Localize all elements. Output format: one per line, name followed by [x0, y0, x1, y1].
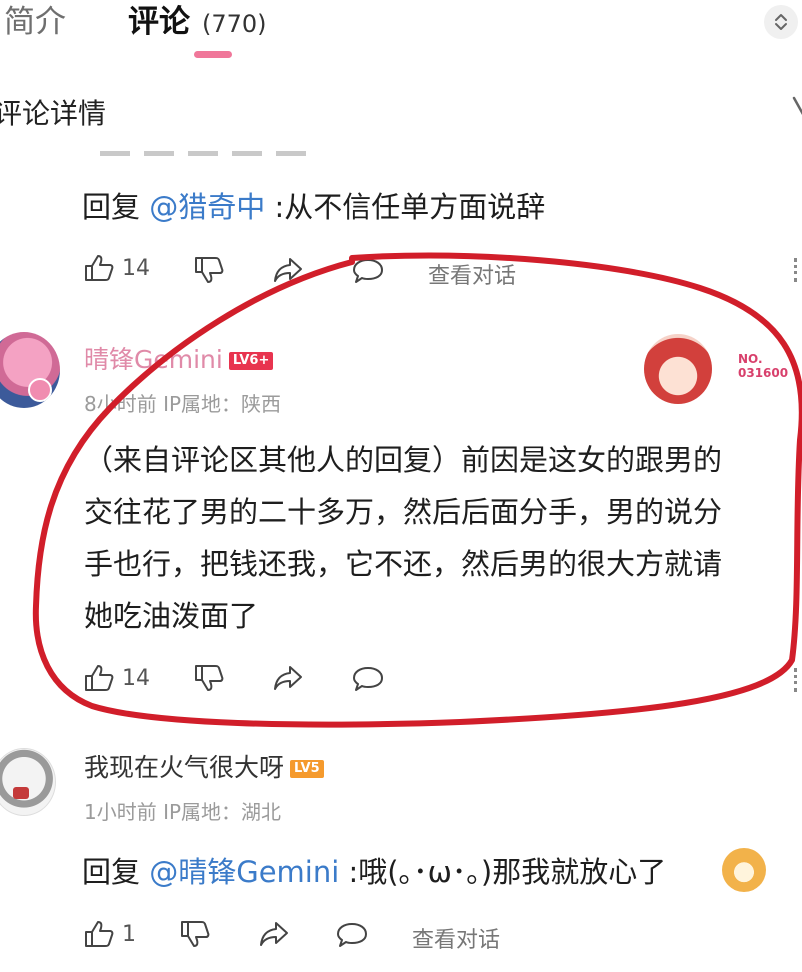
thumb-down-icon — [180, 920, 210, 948]
thumb-up-icon — [84, 920, 114, 948]
username-text: 我现在火气很大呀 — [84, 753, 285, 782]
reply-content: :哦(｡･ω･｡)那我就放心了 — [348, 855, 667, 889]
view-conversation-link[interactable]: 查看对话 — [412, 922, 500, 954]
level-badge: LV5 — [290, 760, 324, 778]
like-count: 1 — [122, 921, 136, 947]
emoji-doge-icon — [722, 848, 766, 892]
reply-button[interactable] — [336, 922, 368, 948]
share-button[interactable] — [258, 920, 290, 948]
annotation-circle — [32, 252, 802, 728]
reply-text: 回复 @晴锋Gemini :哦(｡･ω･｡)那我就放心了 — [82, 846, 666, 898]
comment-meta: 1小时前 IP属地：湖北 — [84, 800, 282, 824]
like-button[interactable]: 1 — [84, 920, 136, 948]
share-icon — [258, 920, 290, 948]
mention-link[interactable]: @晴锋Gemini — [149, 855, 339, 889]
dislike-button[interactable] — [180, 920, 210, 948]
avatar-detail — [13, 787, 29, 799]
reply-prefix: 回复 — [82, 855, 141, 889]
username[interactable]: 我现在火气很大呀 LV5 — [84, 748, 324, 784]
comment-icon — [336, 922, 368, 948]
